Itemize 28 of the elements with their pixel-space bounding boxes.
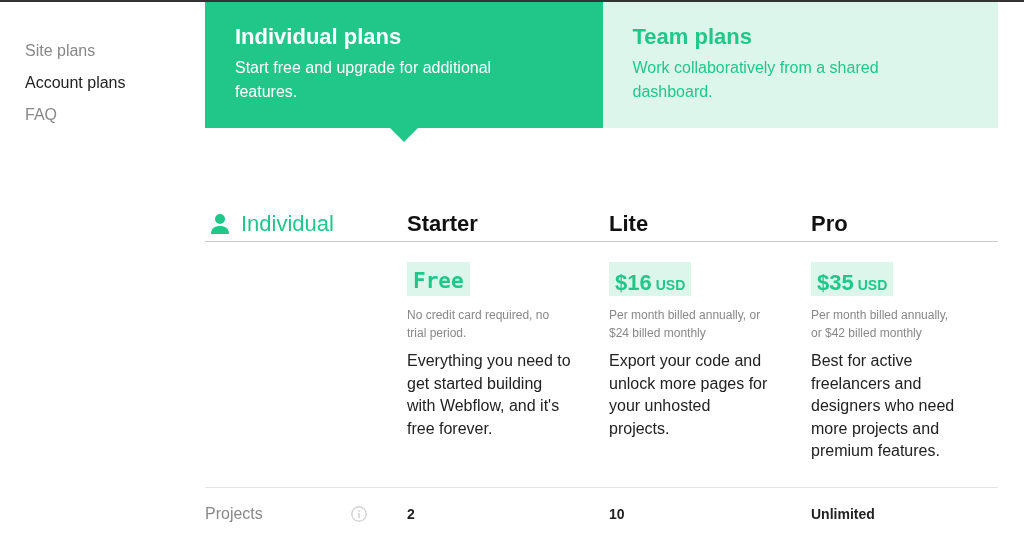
section-heading: Individual	[241, 209, 334, 238]
feature-value: 10	[609, 505, 625, 522]
tab-title: Individual plans	[235, 23, 403, 51]
feature-label: Projects	[205, 503, 263, 524]
info-icon[interactable]	[351, 505, 367, 522]
plan-description: Export your code and unlock more pages for your unhosted projects.	[609, 351, 769, 439]
plan-description: Best for active freelancers and designers who need more projects and premium features.	[811, 351, 956, 461]
feature-value: Unlimited	[811, 505, 875, 522]
sidebar-link[interactable]: Site plans	[25, 40, 96, 62]
sidebar-link[interactable]: FAQ	[25, 104, 57, 126]
plan-name: Starter	[407, 210, 478, 236]
plan-tab[interactable]: Team plans Work collaboratively from a shared dashboard.	[600, 2, 998, 128]
price-tag: Free	[407, 262, 470, 296]
plan-description: Everything you need to get started building with Webflow, and it's free forever.	[407, 351, 571, 439]
plan-name: Pro	[811, 210, 848, 236]
tab-subtitle: Start free and upgrade for additional features.	[235, 58, 493, 102]
price-note: Per month billed annually, or $24 billed monthly	[609, 307, 762, 342]
price-note: No credit card required, no trial period.	[407, 307, 551, 342]
price-tag: $16 USD	[609, 262, 692, 296]
tab-pointer	[390, 128, 418, 142]
feature-value: 2	[407, 505, 415, 522]
price-note: Per month billed annually, or $42 billed monthly	[811, 307, 950, 342]
sidebar-link[interactable]: Account plans	[25, 72, 126, 94]
tab-subtitle: Work collaboratively from a shared dashboard.	[632, 58, 880, 102]
tab-title: Team plans	[632, 23, 753, 51]
person-icon	[211, 213, 229, 234]
price-tag: $35 USD	[811, 262, 894, 296]
plan-name: Lite	[609, 210, 649, 236]
